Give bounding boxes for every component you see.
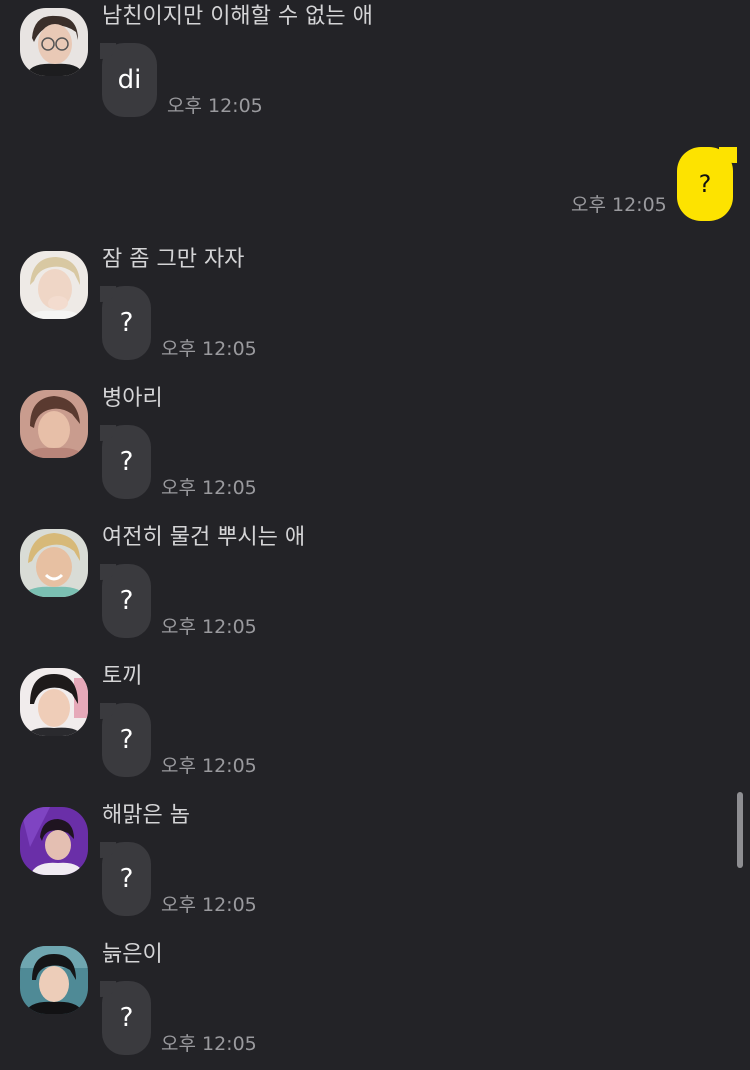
sender-avatar[interactable] [20,807,88,875]
message-time: 오후 12:05 [161,755,257,777]
message-bubble[interactable]: ? [100,564,151,638]
message-time: 오후 12:05 [161,338,257,360]
sender-name: 잠 좀 그만 자자 [102,247,245,272]
sender-avatar[interactable] [20,251,88,319]
sender-name: 남친이지만 이해할 수 없는 애 [102,4,373,29]
message-time: 오후 12:05 [167,95,263,117]
chat-room: 남친이지만 이해할 수 없는 애 di 오후 12:05 ? 오후 12:05 … [0,0,750,1070]
message-bubble[interactable]: ? [100,981,151,1055]
sender-name: 토끼 [102,664,143,689]
message-bubble[interactable]: ? [100,425,151,499]
message-bubble[interactable]: di [100,43,157,117]
sender-avatar[interactable] [20,946,88,1014]
sender-name: 여전히 물건 뿌시는 애 [102,525,306,550]
sender-name: 해맑은 놈 [102,803,190,828]
message-bubble[interactable]: ? [100,286,151,360]
sender-avatar[interactable] [20,529,88,597]
my-message-bubble[interactable]: ? [677,147,737,221]
message-bubble[interactable]: ? [100,842,151,916]
sender-name: 늙은이 [102,942,163,967]
sender-avatar[interactable] [20,390,88,458]
message-time: 오후 12:05 [161,1033,257,1055]
message-time: 오후 12:05 [161,477,257,499]
message-time: 오후 12:05 [161,616,257,638]
message-bubble[interactable]: ? [100,703,151,777]
message-time: 오후 12:05 [161,894,257,916]
sender-avatar[interactable] [20,8,88,76]
scrollbar-thumb[interactable] [737,792,743,868]
sender-avatar[interactable] [20,668,88,736]
my-message-time: 오후 12:05 [571,194,667,216]
sender-name: 병아리 [102,386,163,411]
